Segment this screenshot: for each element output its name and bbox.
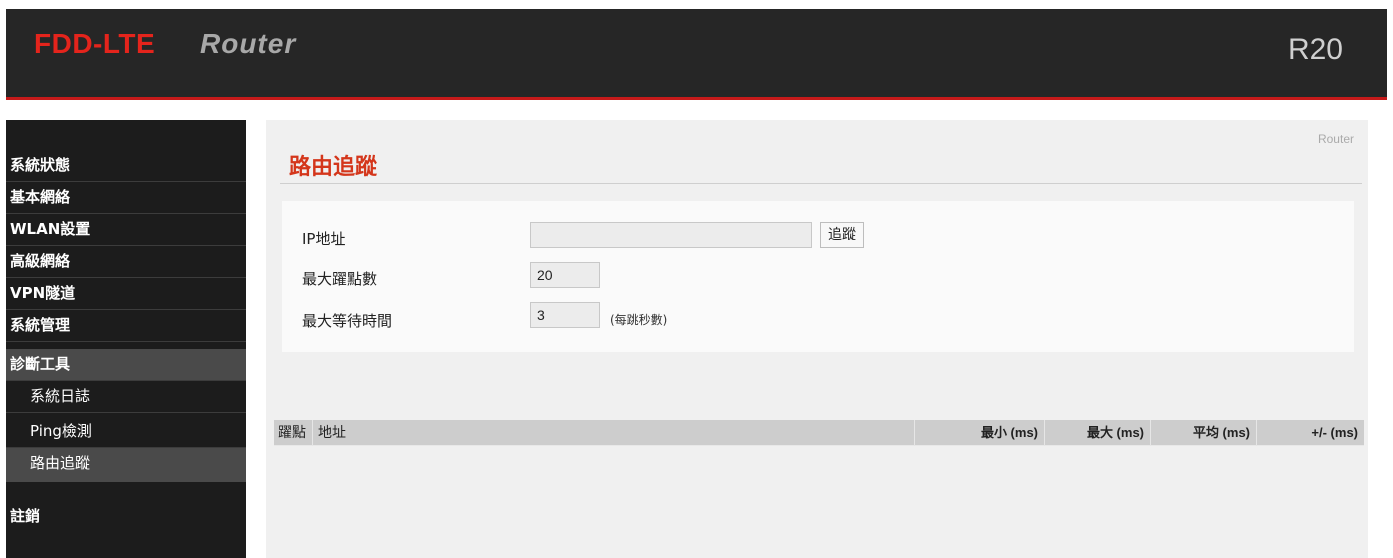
brand-logo-secondary: Router <box>200 28 297 59</box>
model-name: R20 <box>1287 33 1343 66</box>
page-title: 路由追蹤 <box>289 155 378 180</box>
sidebar-item-label: 診斷工具 <box>10 355 71 373</box>
ip-address-input[interactable] <box>530 222 812 248</box>
sidebar-item-wlan-settings[interactable]: WLAN設置 <box>6 214 246 246</box>
max-wait-input[interactable] <box>530 302 600 328</box>
sidebar-item-advanced-network[interactable]: 高級網絡 <box>6 246 246 278</box>
sidebar-item-label: 基本網絡 <box>10 188 71 206</box>
column-header-deviation: +/- (ms) <box>1311 425 1358 440</box>
column-divider <box>914 420 915 446</box>
top-header: FDD-LTE Router R20 <box>6 9 1387 97</box>
column-header-avg: 平均 (ms) <box>1192 425 1250 440</box>
column-divider <box>312 420 313 446</box>
sidebar-item-system-status[interactable]: 系統狀態 <box>6 150 246 182</box>
header-accent-line <box>6 97 1387 100</box>
brand-logo-primary: FDD-LTE <box>34 28 156 59</box>
sidebar-item-label: VPN隧道 <box>10 284 76 302</box>
max-wait-label: 最大等待時間 <box>302 312 393 330</box>
sidebar-item-label: Ping檢測 <box>30 422 92 440</box>
column-header-max: 最大 (ms) <box>1086 425 1144 440</box>
ip-address-label: IP地址 <box>302 230 346 248</box>
sidebar-subitem-ping[interactable]: Ping檢測 <box>6 416 246 448</box>
max-hops-input[interactable] <box>530 262 600 288</box>
trace-button[interactable]: 追蹤 <box>820 222 864 248</box>
sidebar-subitem-traceroute[interactable]: 路由追蹤 <box>6 448 246 482</box>
sidebar-item-basic-network[interactable]: 基本網絡 <box>6 182 246 214</box>
max-wait-hint: (每跳秒數) <box>610 313 668 327</box>
max-hops-label: 最大躍點數 <box>302 270 378 288</box>
sidebar-item-label: 註銷 <box>10 507 41 525</box>
column-header-hop: 躍點 <box>278 425 306 441</box>
sidebar-item-label: 系統日誌 <box>30 387 91 405</box>
main-content: Router 路由追蹤 IP地址 追蹤 最大躍點數 最大等待時間 (每跳秒數) … <box>266 120 1368 558</box>
column-header-min: 最小 (ms) <box>980 425 1038 440</box>
results-table-header: 躍點 地址 最小 (ms) 最大 (ms) 平均 (ms) +/- (ms) <box>274 420 1364 446</box>
sidebar-item-vpn-tunnel[interactable]: VPN隧道 <box>6 278 246 310</box>
sidebar-item-label: WLAN設置 <box>10 220 91 238</box>
sidebar-nav: 系統狀態 基本網絡 WLAN設置 高級網絡 VPN隧道 系統管理 診斷工具 系統… <box>6 120 246 558</box>
sidebar-item-system-management[interactable]: 系統管理 <box>6 310 246 342</box>
column-divider <box>1256 420 1257 446</box>
column-header-address: 地址 <box>318 425 346 441</box>
traceroute-form: IP地址 追蹤 最大躍點數 最大等待時間 (每跳秒數) <box>282 201 1354 352</box>
column-divider <box>1150 420 1151 446</box>
sidebar-item-label: 系統管理 <box>10 316 71 334</box>
sidebar-item-diagnostics[interactable]: 診斷工具 <box>6 349 246 381</box>
sidebar-item-label: 系統狀態 <box>10 156 71 174</box>
sidebar-item-label: 路由追蹤 <box>30 454 91 472</box>
sidebar-subitem-system-log[interactable]: 系統日誌 <box>6 381 246 413</box>
title-divider <box>280 183 1362 184</box>
sidebar-item-logout[interactable]: 註銷 <box>6 501 246 533</box>
breadcrumb: Router <box>1317 132 1354 146</box>
sidebar-item-label: 高級網絡 <box>10 252 71 270</box>
column-divider <box>1044 420 1045 446</box>
